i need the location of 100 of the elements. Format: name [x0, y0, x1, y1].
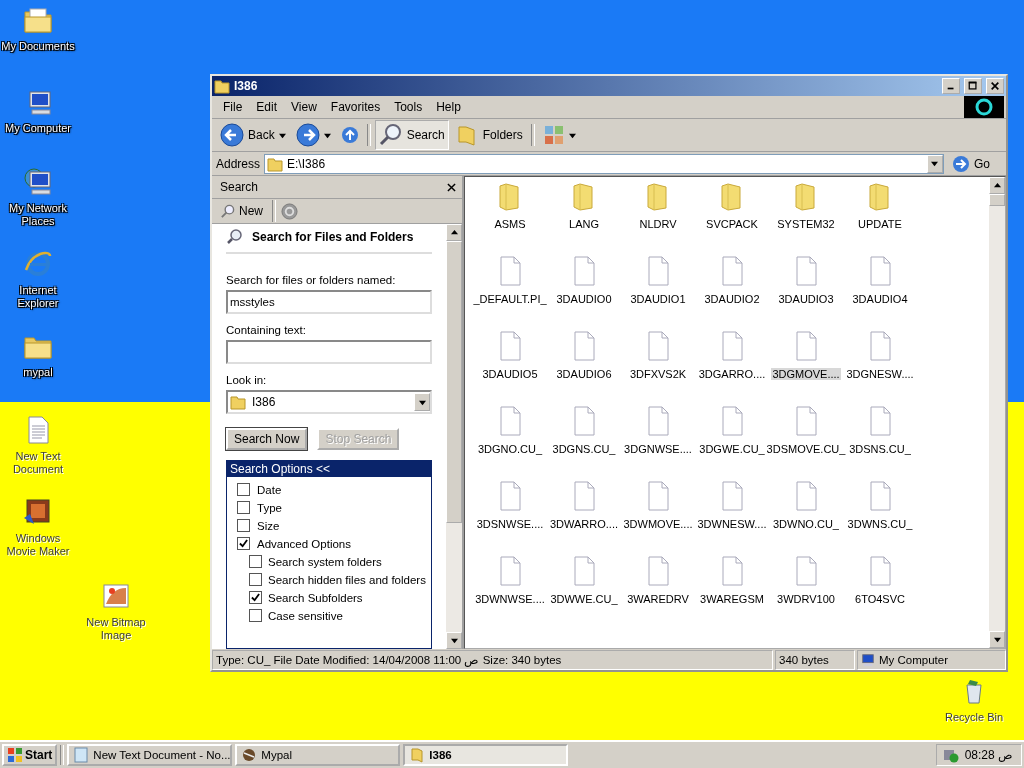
- computer-icon: [861, 653, 875, 667]
- option-label[interactable]: Type: [257, 501, 282, 514]
- back-button[interactable]: Back: [216, 120, 290, 150]
- file-name[interactable]: 3DAUDIO6: [555, 368, 613, 380]
- option-label[interactable]: Size: [257, 519, 280, 532]
- desktop-icon-label[interactable]: mypal: [23, 366, 53, 379]
- file-name[interactable]: 3DAUDIO5: [481, 368, 539, 380]
- title-bar[interactable]: I386: [212, 76, 1006, 96]
- clock[interactable]: 08:28 ص: [964, 748, 1013, 762]
- desktop-icon-label[interactable]: Windows Movie Maker: [0, 532, 76, 558]
- scrollbar[interactable]: [989, 177, 1005, 648]
- file-name[interactable]: 3DGARRO....: [697, 368, 767, 380]
- menu-item[interactable]: Edit: [249, 100, 285, 114]
- scroll-thumb[interactable]: [446, 241, 462, 523]
- network-icon[interactable]: [22, 166, 54, 198]
- file-name[interactable]: 3DSNS.CU_: [848, 443, 912, 455]
- file-name[interactable]: 3DGWE.CU_: [698, 443, 766, 455]
- file-name[interactable]: 3DWNWSE....: [474, 593, 546, 605]
- desktop-icon-label[interactable]: My Documents: [1, 40, 75, 53]
- checkbox[interactable]: [249, 609, 262, 622]
- option-label[interactable]: Search system folders: [268, 555, 382, 568]
- file-name[interactable]: 3DAUDIO0: [555, 293, 613, 305]
- file-name[interactable]: LANG: [568, 218, 600, 230]
- new-search-button[interactable]: New: [216, 200, 267, 222]
- menu-item[interactable]: Tools: [387, 100, 430, 114]
- name-field[interactable]: msstyles: [226, 290, 432, 314]
- file-name[interactable]: 3DWNO.CU_: [772, 518, 840, 530]
- file-name[interactable]: 3WAREDRV: [626, 593, 690, 605]
- file-name[interactable]: 3WDRV100: [776, 593, 836, 605]
- start-button[interactable]: Start: [2, 744, 58, 766]
- go-button[interactable]: Go: [948, 154, 1002, 173]
- file-name[interactable]: 3DAUDIO2: [703, 293, 761, 305]
- checkbox[interactable]: [249, 591, 262, 604]
- file-name[interactable]: 3DWMOVE....: [622, 518, 694, 530]
- file-name[interactable]: 3DGNESW....: [845, 368, 915, 380]
- file-name[interactable]: 3DGNS.CU_: [551, 443, 617, 455]
- scrollbar[interactable]: [446, 224, 462, 649]
- file-name[interactable]: _DEFAULT.PI_: [472, 293, 548, 305]
- minimize-button[interactable]: [942, 78, 960, 94]
- option-label[interactable]: Search Subfolders: [268, 591, 363, 604]
- taskbar-button[interactable]: Mypal: [235, 744, 401, 766]
- file-name[interactable]: 3DWNS.CU_: [846, 518, 914, 530]
- menu-item[interactable]: View: [284, 100, 324, 114]
- checkbox[interactable]: [237, 501, 250, 514]
- checkbox[interactable]: [237, 483, 250, 496]
- checkbox[interactable]: [249, 573, 262, 586]
- file-name[interactable]: 3DGMOVE....: [771, 368, 841, 380]
- file-name[interactable]: 3DWARRO....: [548, 518, 619, 530]
- menu-item[interactable]: Help: [429, 100, 468, 114]
- close-icon[interactable]: [447, 182, 456, 192]
- file-name[interactable]: UPDATE: [857, 218, 903, 230]
- desktop-icon-label[interactable]: Recycle Bin: [944, 711, 1004, 724]
- file-name[interactable]: 3DSMOVE.CU_: [765, 443, 847, 455]
- option-label[interactable]: Case sensitive: [268, 609, 343, 622]
- desktop-icon-label[interactable]: New Bitmap Image: [78, 616, 154, 642]
- menu-item[interactable]: File: [216, 100, 250, 114]
- file-name[interactable]: 3DSNWSE....: [475, 518, 545, 530]
- maximize-button[interactable]: [964, 78, 982, 94]
- checkbox[interactable]: [237, 537, 250, 550]
- option-label[interactable]: Advanced Options: [257, 537, 351, 550]
- look-in-dropdown[interactable]: I386: [226, 390, 432, 414]
- option-label[interactable]: Date: [257, 483, 282, 496]
- throbber-icon: [964, 96, 1004, 118]
- notepad-icon: [73, 747, 90, 763]
- close-button[interactable]: [986, 78, 1004, 94]
- checkbox[interactable]: [249, 555, 262, 568]
- taskbar-button[interactable]: New Text Document - No...: [67, 744, 233, 766]
- file-name[interactable]: 3DAUDIO3: [777, 293, 835, 305]
- search-button[interactable]: Search: [374, 120, 449, 150]
- caret-icon: [418, 398, 426, 406]
- file-name[interactable]: 3DFXVS2K: [628, 368, 688, 380]
- file-name[interactable]: SVCPACK: [705, 218, 759, 230]
- file-name[interactable]: SYSTEM32: [776, 218, 836, 230]
- file-name[interactable]: 3DAUDIO4: [851, 293, 909, 305]
- options-header[interactable]: Search Options <<: [227, 461, 431, 477]
- containing-text-field[interactable]: [226, 340, 432, 364]
- address-field[interactable]: E:\I386: [264, 153, 944, 174]
- taskbar-button[interactable]: I386: [403, 744, 569, 766]
- menu-item[interactable]: Favorites: [323, 100, 388, 114]
- file-name[interactable]: 3DWNESW....: [696, 518, 768, 530]
- scroll-thumb[interactable]: [989, 194, 1005, 206]
- file-name[interactable]: 3DWWE.CU_: [549, 593, 619, 605]
- folders-button[interactable]: Folders: [450, 120, 527, 150]
- file-name[interactable]: 3WAREGSM: [699, 593, 765, 605]
- option-label[interactable]: Search hidden files and folders: [268, 573, 426, 586]
- search-now-button[interactable]: Search Now: [226, 428, 308, 450]
- file-name[interactable]: 3DGNO.CU_: [476, 443, 544, 455]
- file-name[interactable]: 3DAUDIO1: [629, 293, 687, 305]
- file-name[interactable]: ASMS: [493, 218, 527, 230]
- desktop-icon-label[interactable]: My Computer: [5, 122, 71, 135]
- folder-icon: [409, 747, 426, 763]
- checkbox[interactable]: [237, 519, 250, 532]
- file-name[interactable]: 3DGNWSE....: [623, 443, 693, 455]
- scroll-up-icon: [993, 182, 1001, 189]
- desktop-icon-label[interactable]: New Text Document: [0, 450, 76, 476]
- file-name[interactable]: NLDRV: [638, 218, 678, 230]
- dropdown-button[interactable]: [927, 154, 943, 173]
- file-name[interactable]: 6TO4SVC: [854, 593, 906, 605]
- desktop-icon-label[interactable]: My Network Places: [0, 202, 76, 228]
- desktop-icon-label[interactable]: Internet Explorer: [0, 284, 76, 310]
